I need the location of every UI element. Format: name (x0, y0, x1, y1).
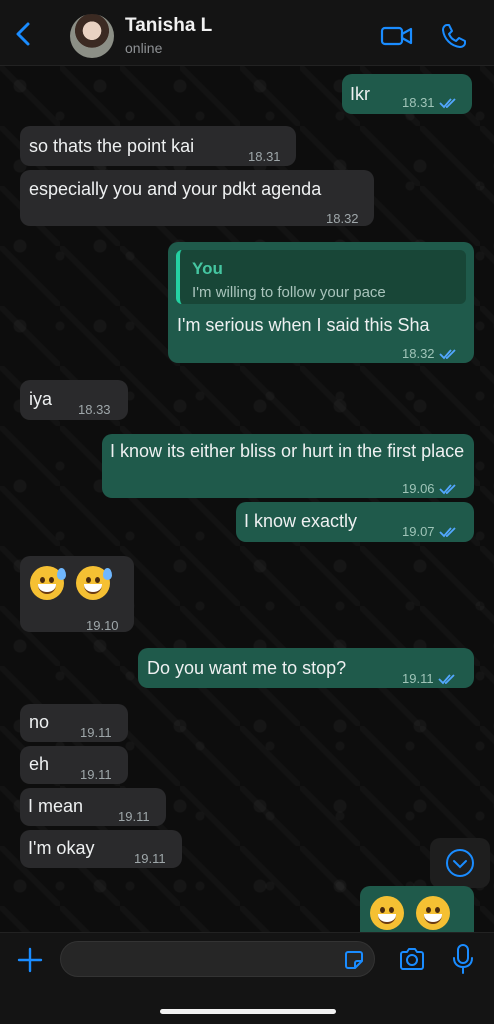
video-camera-icon[interactable] (380, 22, 414, 50)
reply-text: I'm willing to follow your pace (192, 284, 386, 301)
reply-author: You (192, 259, 223, 278)
contact-name[interactable]: Tanisha L (125, 15, 212, 37)
message-text: I'm serious when I said this Sha (177, 315, 430, 335)
message-time: 19.11 (80, 725, 112, 740)
message-time: 19.11 (118, 809, 150, 824)
double-check-icon (438, 349, 456, 360)
message-bubble-outgoing[interactable]: You I'm willing to follow your pace I'm … (168, 242, 474, 363)
chevron-left-icon[interactable] (10, 20, 38, 48)
message-bubble-incoming[interactable]: 😅 😅 19.10 (20, 556, 134, 633)
message-time: 19.07 (402, 519, 457, 545)
message-text: so thats the point kai (29, 136, 195, 156)
grinning-emoji-icon (370, 896, 404, 930)
chevron-down-circle-icon (446, 849, 474, 877)
message-text: no (29, 712, 50, 732)
message-text: especially you and your pdkt agenda (29, 179, 322, 199)
message-input[interactable] (60, 941, 375, 977)
message-bubble-outgoing[interactable]: Ikr 18.31 (342, 74, 472, 114)
grinning-emoji-icon (416, 896, 450, 930)
message-time: 19.10 (86, 618, 119, 633)
message-time: 18.32 (402, 341, 457, 367)
message-text: I know its either bliss or hurt in the f… (110, 441, 465, 461)
message-text: I know exactly (244, 511, 358, 531)
message-bubble-incoming[interactable]: iya 18.33 (20, 380, 128, 420)
message-time: 18.31 (402, 90, 457, 116)
double-check-icon (438, 98, 456, 109)
message-time: 18.32 (326, 211, 359, 226)
phone-icon[interactable] (440, 22, 468, 50)
chat-header: Tanisha L online (0, 0, 494, 66)
sweat-smile-emoji-icon (30, 566, 66, 600)
home-indicator (160, 1009, 336, 1014)
chat-area[interactable]: Ikr 18.31 so thats the point kai 18.31 e… (0, 66, 494, 932)
message-bubble-outgoing[interactable]: 😁 😁 (360, 886, 474, 932)
microphone-icon[interactable] (452, 943, 474, 975)
scroll-to-bottom-button[interactable] (430, 838, 490, 888)
message-bubble-outgoing[interactable]: Do you want me to stop? 19.11 (138, 648, 474, 688)
composer-bar (0, 932, 494, 1024)
double-check-icon (438, 484, 456, 495)
avatar[interactable] (70, 14, 114, 58)
message-text: Ikr (350, 84, 370, 104)
message-text: eh (29, 754, 50, 774)
camera-icon[interactable] (398, 946, 426, 972)
message-time: 19.11 (402, 666, 456, 692)
message-bubble-incoming[interactable]: eh 19.11 (20, 746, 128, 784)
double-check-icon (438, 527, 456, 538)
sticker-icon[interactable] (342, 948, 366, 972)
message-bubble-incoming[interactable]: especially you and your pdkt agenda 18.3… (20, 170, 374, 226)
plus-icon[interactable] (15, 945, 45, 975)
sweat-smile-emoji-icon (76, 566, 112, 600)
quoted-reply[interactable]: You I'm willing to follow your pace (176, 250, 466, 304)
contact-status: online (125, 40, 163, 56)
message-time: 18.33 (78, 402, 111, 417)
message-text: iya (29, 389, 53, 409)
message-text: I mean (28, 796, 84, 816)
message-bubble-outgoing[interactable]: I know exactly 19.07 (236, 502, 474, 542)
emoji-group (30, 566, 122, 607)
message-bubble-outgoing[interactable]: I know its either bliss or hurt in the f… (102, 434, 474, 498)
message-bubble-incoming[interactable]: I mean 19.11 (20, 788, 166, 826)
message-bubble-incoming[interactable]: no 19.11 (20, 704, 128, 742)
double-check-icon (437, 674, 455, 685)
message-time: 19.06 (402, 476, 457, 502)
emoji-group (370, 896, 462, 932)
message-text: Do you want me to stop? (147, 658, 347, 678)
message-bubble-incoming[interactable]: so thats the point kai 18.31 (20, 126, 296, 166)
message-time: 19.11 (80, 767, 112, 782)
message-text: I'm okay (28, 838, 95, 858)
message-bubble-incoming[interactable]: I'm okay 19.11 (20, 830, 182, 868)
message-time: 18.31 (248, 149, 281, 164)
message-time: 19.11 (134, 851, 166, 866)
